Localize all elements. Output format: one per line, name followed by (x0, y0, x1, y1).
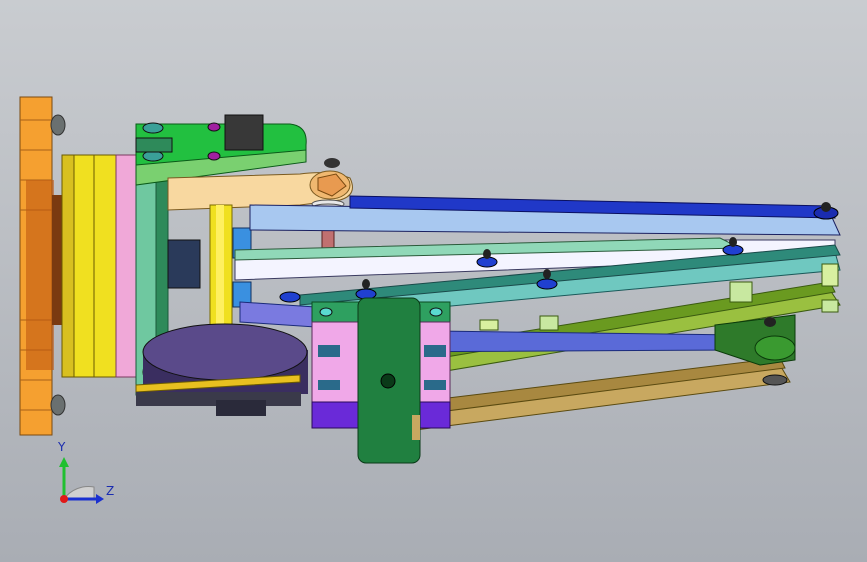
bearing-stack[interactable] (61, 154, 137, 378)
guide-post (412, 415, 420, 440)
base-disc[interactable] (135, 323, 308, 416)
mechanism-model[interactable] (0, 0, 867, 562)
tan-link[interactable] (414, 357, 791, 431)
axis-triad: Y Z (57, 440, 114, 504)
y-axis-label: Y (57, 440, 66, 454)
z-axis-arrow-icon (96, 494, 104, 504)
front-cover-plate[interactable] (357, 297, 421, 464)
motor-block[interactable] (167, 239, 201, 289)
x-axis-dot-icon (60, 495, 68, 503)
z-axis-label: Z (106, 484, 114, 498)
y-axis-arrow-icon (59, 457, 69, 467)
triad-plane (63, 486, 95, 500)
cad-viewport[interactable]: Y Z (0, 0, 867, 562)
